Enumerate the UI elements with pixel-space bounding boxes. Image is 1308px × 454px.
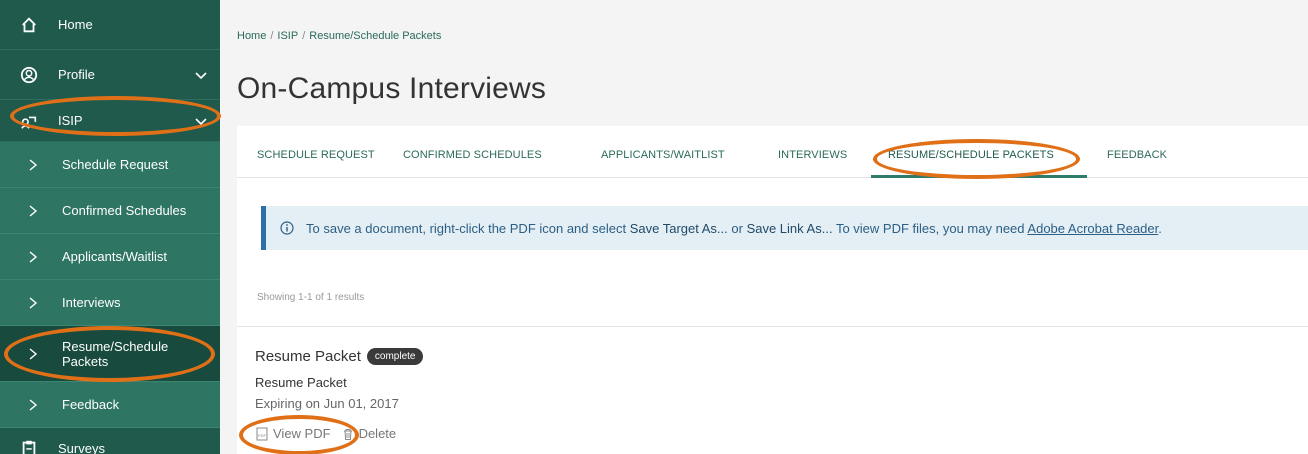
tab-applicants-waitlist[interactable]: APPLICANTS/WAITLIST (601, 149, 725, 161)
chevron-right-icon (29, 398, 38, 411)
breadcrumb: Home / ISIP / Resume/Schedule Packets (237, 30, 441, 42)
breadcrumb-home-link[interactable]: Home (237, 30, 266, 42)
sidebar-item-applicants-waitlist[interactable]: Applicants/Waitlist (0, 234, 220, 280)
chevron-right-icon (29, 296, 38, 309)
sidebar-item-home[interactable]: Home (0, 0, 220, 50)
home-icon (20, 16, 38, 34)
sidebar-item-label: Confirmed Schedules (62, 203, 187, 218)
delete-button[interactable]: Delete (341, 426, 397, 441)
content-card: SCHEDULE REQUEST CONFIRMED SCHEDULES APP… (237, 126, 1308, 454)
pdf-icon: PDF (256, 427, 268, 440)
sidebar-item-label: Schedule Request (62, 157, 169, 172)
delete-label: Delete (358, 426, 397, 441)
sidebar-item-label: Home (58, 17, 93, 32)
save-link-text: Save Link As... (746, 220, 833, 236)
breadcrumb-current: Resume/Schedule Packets (309, 30, 442, 42)
active-tab-indicator (871, 175, 1087, 178)
svg-text:PDF: PDF (258, 433, 267, 438)
packet-expiry: Expiring on Jun 01, 2017 (255, 396, 399, 411)
info-text: To save a document, right-click the PDF … (306, 220, 1162, 236)
view-pdf-label: View PDF (273, 426, 331, 441)
sidebar-item-label: ISIP (58, 113, 83, 128)
sidebar-item-label: Resume/Schedule Packets (62, 338, 169, 369)
sidebar-item-feedback[interactable]: Feedback (0, 382, 220, 428)
sidebar-item-profile[interactable]: Profile (0, 50, 220, 100)
sidebar-item-label: Surveys (58, 440, 105, 454)
sidebar-item-schedule-request[interactable]: Schedule Request (0, 142, 220, 188)
tab-interviews[interactable]: INTERVIEWS (778, 149, 847, 161)
packet-subtitle: Resume Packet (255, 375, 347, 390)
main-content: Home / ISIP / Resume/Schedule Packets On-Cam… (220, 0, 1308, 454)
tab-bar: SCHEDULE REQUEST CONFIRMED SCHEDULES APP… (237, 126, 1308, 178)
sidebar-item-surveys[interactable]: Surveys (0, 428, 220, 454)
trash-icon (343, 428, 352, 440)
info-banner: To save a document, right-click the PDF … (261, 206, 1308, 250)
sidebar-item-interviews[interactable]: Interviews (0, 280, 220, 326)
profile-icon (20, 66, 38, 84)
save-target-text: Save Target As... (629, 220, 728, 236)
packet-title: Resume Packet complete (255, 348, 424, 365)
chevron-right-icon (29, 347, 38, 360)
tab-schedule-request[interactable]: SCHEDULE REQUEST (257, 149, 375, 161)
breadcrumb-separator: / (302, 30, 306, 42)
tab-feedback[interactable]: FEEDBACK (1107, 149, 1167, 161)
chevron-right-icon (29, 158, 38, 171)
results-count: Showing 1-1 of 1 results (257, 292, 365, 303)
chevron-right-icon (29, 250, 38, 263)
sidebar-item-label: Applicants/Waitlist (62, 249, 167, 264)
packet-title-text: Resume Packet (255, 348, 361, 365)
adobe-reader-link[interactable]: Adobe Acrobat Reader (1027, 221, 1158, 236)
clipboard-icon (20, 439, 38, 454)
chevron-down-icon (195, 71, 207, 79)
breadcrumb-isip-link[interactable]: ISIP (277, 30, 298, 42)
sidebar-item-label: Profile (58, 67, 95, 82)
sidebar-item-resume-schedule-packets[interactable]: Resume/Schedule Packets (0, 326, 220, 382)
divider (237, 326, 1308, 327)
sidebar-item-isip[interactable]: ISIP (0, 100, 220, 142)
breadcrumb-separator: / (270, 30, 274, 42)
isip-icon (20, 112, 38, 130)
page-title: On-Campus Interviews (237, 72, 547, 105)
packet-actions: PDF View PDF Delete (255, 426, 406, 441)
view-pdf-button[interactable]: PDF View PDF (255, 426, 331, 441)
chevron-down-icon (195, 117, 207, 125)
sidebar-item-label: Interviews (62, 295, 121, 310)
tab-confirmed-schedules[interactable]: CONFIRMED SCHEDULES (403, 149, 542, 161)
status-badge: complete (366, 348, 424, 365)
info-icon (280, 221, 294, 235)
tab-resume-schedule-packets[interactable]: RESUME/SCHEDULE PACKETS (888, 149, 1054, 161)
chevron-right-icon (29, 204, 38, 217)
sidebar: Home Profile ISIP Schedule Request Confi… (0, 0, 220, 454)
sidebar-item-label: Feedback (62, 397, 120, 412)
sidebar-item-confirmed-schedules[interactable]: Confirmed Schedules (0, 188, 220, 234)
